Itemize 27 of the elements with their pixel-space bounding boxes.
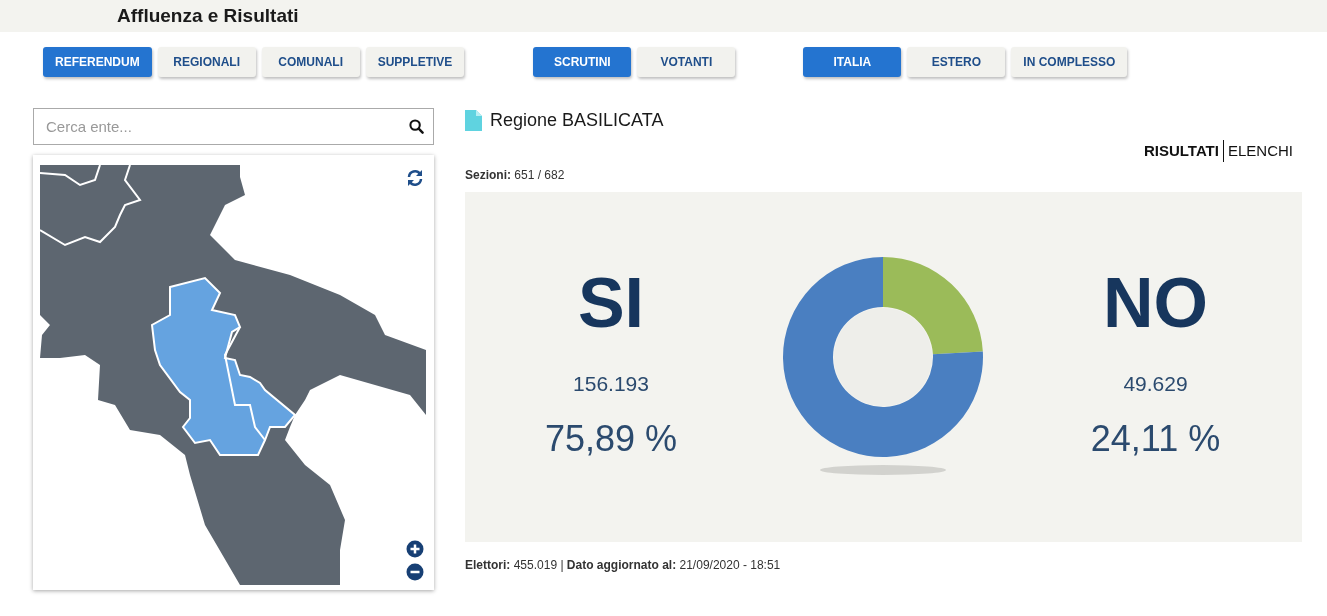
vote-percent: 75,89 % (544, 416, 678, 461)
answer-label: NO (1103, 268, 1208, 339)
zoom-in-icon[interactable] (406, 540, 424, 558)
search-icon[interactable] (409, 119, 424, 134)
filter-button[interactable]: ITALIA (803, 47, 902, 77)
filter-button[interactable]: COMUNALI (261, 47, 360, 77)
page-title: Affluenza e Risultati (117, 3, 299, 28)
answer-label: SI (577, 268, 645, 339)
footer-info: Elettori: 455.019 | Dato aggiornato al: 21/09/2020 - 18:51 (465, 558, 781, 572)
refresh-icon[interactable] (406, 169, 424, 187)
sections-count: Sezioni: 651 / 682 (465, 168, 565, 182)
filter-button[interactable]: IN COMPLESSO (1011, 47, 1128, 77)
search-field[interactable]: Cerca ente... (33, 108, 434, 145)
vote-count: 49.629 (1123, 371, 1188, 398)
vote-count: 156.193 (573, 371, 649, 398)
vote-percent: 24,11 % (1090, 416, 1221, 461)
view-tab[interactable]: RISULTATI (1139, 139, 1223, 163)
region-title: Regione BASILICATA (490, 108, 664, 132)
filter-button[interactable]: VOTANTI (637, 47, 736, 77)
filter-button[interactable]: REFERENDUM (43, 47, 152, 77)
filter-button[interactable]: SUPPLETIVE (365, 47, 465, 77)
view-tab[interactable]: ELENCHI (1222, 139, 1297, 163)
document-icon (465, 109, 482, 131)
filter-button[interactable]: SCRUTINI (533, 47, 632, 77)
filter-button[interactable]: REGIONALI (157, 47, 256, 77)
zoom-out-icon[interactable] (406, 563, 424, 581)
filter-button[interactable]: ESTERO (907, 47, 1006, 77)
